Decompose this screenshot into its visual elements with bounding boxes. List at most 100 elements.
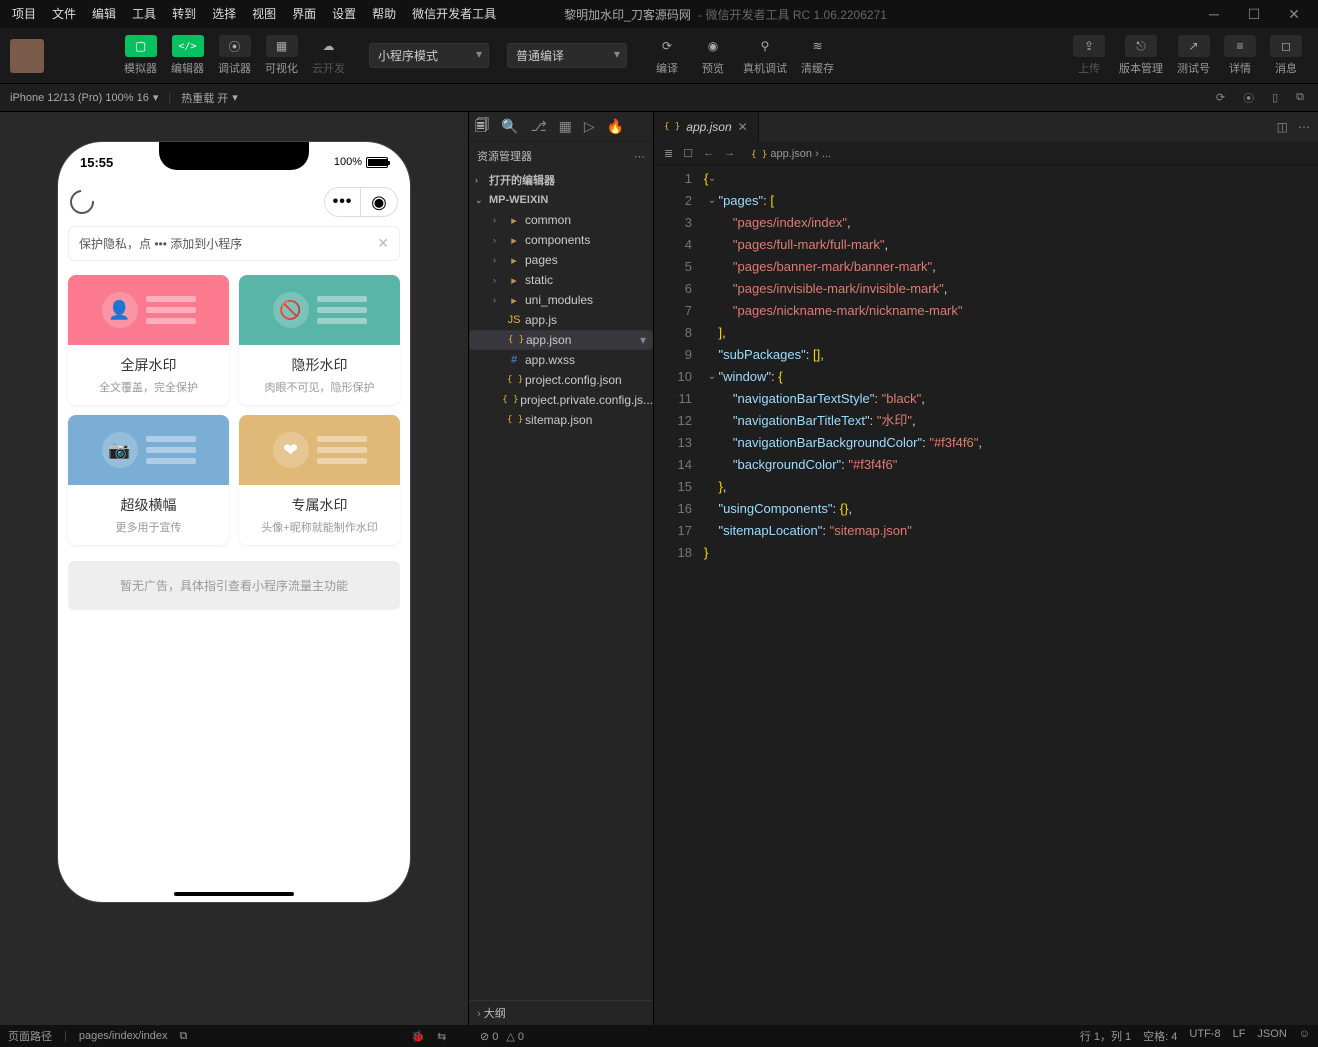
capsule-close-icon[interactable]: ◉ xyxy=(361,188,397,216)
flame-tab-icon[interactable]: 🔥 xyxy=(607,118,624,135)
camera-icon: 📷 xyxy=(102,432,138,468)
language[interactable]: JSON xyxy=(1257,1028,1286,1044)
menu-select[interactable]: 选择 xyxy=(204,0,244,28)
menu-view[interactable]: 视图 xyxy=(244,0,284,28)
code-editor[interactable]: 123456789101112131415161718 ⌄⌄⌄ { "pages… xyxy=(654,166,1318,1025)
upload-button[interactable]: ⇪上传 xyxy=(1067,33,1111,78)
message-button[interactable]: ◻消息 xyxy=(1264,33,1308,78)
share-icon[interactable]: ⇆ xyxy=(437,1030,446,1043)
files-tab-icon[interactable]: 🗐 xyxy=(475,115,489,139)
tree-item[interactable]: ›▸uni_modules xyxy=(469,290,653,310)
clear-button[interactable]: ≋清缓存 xyxy=(795,33,840,78)
preview-button[interactable]: ◉预览 xyxy=(691,33,735,78)
refresh-icon[interactable]: ⟳ xyxy=(1212,91,1229,104)
tree-item[interactable]: ›▸components xyxy=(469,230,653,250)
visual-button[interactable]: ▦可视化 xyxy=(259,33,304,78)
explorer-pane: 🗐 🔍 ⎇ ▦ ▷ 🔥 资源管理器⋯ ›打开的编辑器 ⌄MP-WEIXIN ›▸… xyxy=(468,112,654,1025)
menu-settings[interactable]: 设置 xyxy=(324,0,364,28)
prev-icon[interactable]: ← xyxy=(703,147,714,160)
menu-ui[interactable]: 界面 xyxy=(284,0,324,28)
compile-select[interactable]: 普通编译 xyxy=(507,43,627,68)
home-indicator xyxy=(174,892,294,896)
section-root[interactable]: ⌄MP-WEIXIN xyxy=(469,190,653,210)
section-outline[interactable]: › 大纲 xyxy=(469,1000,653,1025)
bug-icon[interactable]: 🐞 xyxy=(411,1030,425,1043)
search-tab-icon[interactable]: 🔍 xyxy=(501,118,518,135)
code-body[interactable]: { "pages": [ "pages/index/index", "pages… xyxy=(704,166,1318,1025)
page-path[interactable]: pages/index/index xyxy=(79,1030,168,1042)
simulator-button[interactable]: ▢模拟器 xyxy=(118,33,163,78)
feedback-icon[interactable]: ☺ xyxy=(1299,1028,1310,1044)
maximize-button[interactable]: ☐ xyxy=(1234,6,1274,23)
tree-item[interactable]: #app.wxss xyxy=(469,350,653,370)
tree-item[interactable]: { }sitemap.json xyxy=(469,410,653,430)
close-button[interactable]: ✕ xyxy=(1274,6,1314,23)
close-icon[interactable]: ✕ xyxy=(377,235,389,252)
record-icon[interactable]: ⦿ xyxy=(1239,90,1258,106)
extensions-tab-icon[interactable]: ▦ xyxy=(559,118,572,135)
version-button[interactable]: ⎋版本管理 xyxy=(1113,33,1169,78)
tree-item[interactable]: ›▸static xyxy=(469,270,653,290)
split-icon[interactable]: ◫ xyxy=(1277,120,1288,134)
mode-select[interactable]: 小程序模式 xyxy=(369,43,489,68)
phone-notch xyxy=(159,142,309,170)
tree-item[interactable]: JSapp.js xyxy=(469,310,653,330)
tree-item[interactable]: ›▸pages xyxy=(469,250,653,270)
undock-icon[interactable]: ⧉ xyxy=(1292,91,1308,104)
cursor-position[interactable]: 行 1，列 1 xyxy=(1080,1028,1131,1044)
tab-app-json[interactable]: { }app.json✕ xyxy=(654,112,759,142)
menu-tools[interactable]: 工具 xyxy=(124,0,164,28)
phone-frame: 15:55 100% •••◉ 保护隐私，点 ••• 添加到小程序 ✕ 👤全屏水… xyxy=(58,142,410,902)
eol[interactable]: LF xyxy=(1233,1028,1246,1044)
tip-banner[interactable]: 保护隐私，点 ••• 添加到小程序 ✕ xyxy=(68,226,400,261)
menu-help[interactable]: 帮助 xyxy=(364,0,404,28)
phone-battery: 100% xyxy=(334,156,362,168)
simulator-bar: iPhone 12/13 (Pro) 100% 16 ▾ | 热重载 开 ▾ ⟳… xyxy=(0,84,1318,112)
phone-time: 15:55 xyxy=(80,155,113,170)
tree-item[interactable]: { }project.private.config.js... xyxy=(469,390,653,410)
card-banner[interactable]: 📷超级横幅更多用于宣传 xyxy=(68,415,229,545)
card-custom[interactable]: ❤专属水印头像+昵称就能制作水印 xyxy=(239,415,400,545)
section-open-editors[interactable]: ›打开的编辑器 xyxy=(469,170,653,190)
cloud-button[interactable]: ☁云开发 xyxy=(306,33,351,78)
tree-item[interactable]: { }app.json xyxy=(469,330,653,350)
capsule-menu-icon[interactable]: ••• xyxy=(325,188,361,216)
errors[interactable]: ⊘ 0 xyxy=(480,1030,498,1043)
more-icon[interactable]: ⋯ xyxy=(1298,120,1310,134)
toolbar: ▢模拟器 </>编辑器 ⦿调试器 ▦可视化 ☁云开发 小程序模式 普通编译 ⟳编… xyxy=(0,28,1318,84)
minimize-button[interactable]: ─ xyxy=(1194,6,1234,23)
debug-tab-icon[interactable]: ▷ xyxy=(584,118,595,135)
warnings[interactable]: △ 0 xyxy=(506,1030,524,1043)
testid-button[interactable]: ↗测试号 xyxy=(1171,33,1216,78)
hotreload-select[interactable]: 热重载 开 ▾ xyxy=(181,90,238,106)
menu-edit[interactable]: 编辑 xyxy=(84,0,124,28)
detail-button[interactable]: ≡详情 xyxy=(1218,33,1262,78)
branch-tab-icon[interactable]: ⎇ xyxy=(530,118,546,135)
menu-goto[interactable]: 转到 xyxy=(164,0,204,28)
menu-project[interactable]: 项目 xyxy=(4,0,44,28)
refresh-icon[interactable] xyxy=(65,185,99,219)
next-icon[interactable]: → xyxy=(724,147,735,160)
editor-button[interactable]: </>编辑器 xyxy=(165,33,210,78)
device-select[interactable]: iPhone 12/13 (Pro) 100% 16 ▾ xyxy=(10,91,158,104)
more-icon[interactable]: ⋯ xyxy=(634,150,645,163)
device-icon[interactable]: ▯ xyxy=(1268,91,1282,104)
encoding[interactable]: UTF-8 xyxy=(1189,1028,1220,1044)
indent[interactable]: 空格: 4 xyxy=(1143,1028,1177,1044)
bookmark-icon[interactable]: ☐ xyxy=(683,147,693,160)
card-invisible[interactable]: 🚫隐形水印肉眼不可见，隐形保护 xyxy=(239,275,400,405)
tree-item[interactable]: { }project.config.json xyxy=(469,370,653,390)
card-fullscreen[interactable]: 👤全屏水印全文覆盖，完全保护 xyxy=(68,275,229,405)
tree-item[interactable]: ›▸common xyxy=(469,210,653,230)
capsule-button[interactable]: •••◉ xyxy=(324,187,398,217)
menu-wechat[interactable]: 微信开发者工具 xyxy=(404,0,504,28)
user-avatar[interactable] xyxy=(10,39,44,73)
close-icon[interactable]: ✕ xyxy=(738,120,748,134)
list-icon[interactable]: ≣ xyxy=(664,147,673,160)
compile-button[interactable]: ⟳编译 xyxy=(645,33,689,78)
main-area: 15:55 100% •••◉ 保护隐私，点 ••• 添加到小程序 ✕ 👤全屏水… xyxy=(0,112,1318,1025)
menu-file[interactable]: 文件 xyxy=(44,0,84,28)
remote-button[interactable]: ⚲真机调试 xyxy=(737,33,793,78)
debugger-button[interactable]: ⦿调试器 xyxy=(212,33,257,78)
copy-icon[interactable]: ⧉ xyxy=(180,1030,188,1043)
